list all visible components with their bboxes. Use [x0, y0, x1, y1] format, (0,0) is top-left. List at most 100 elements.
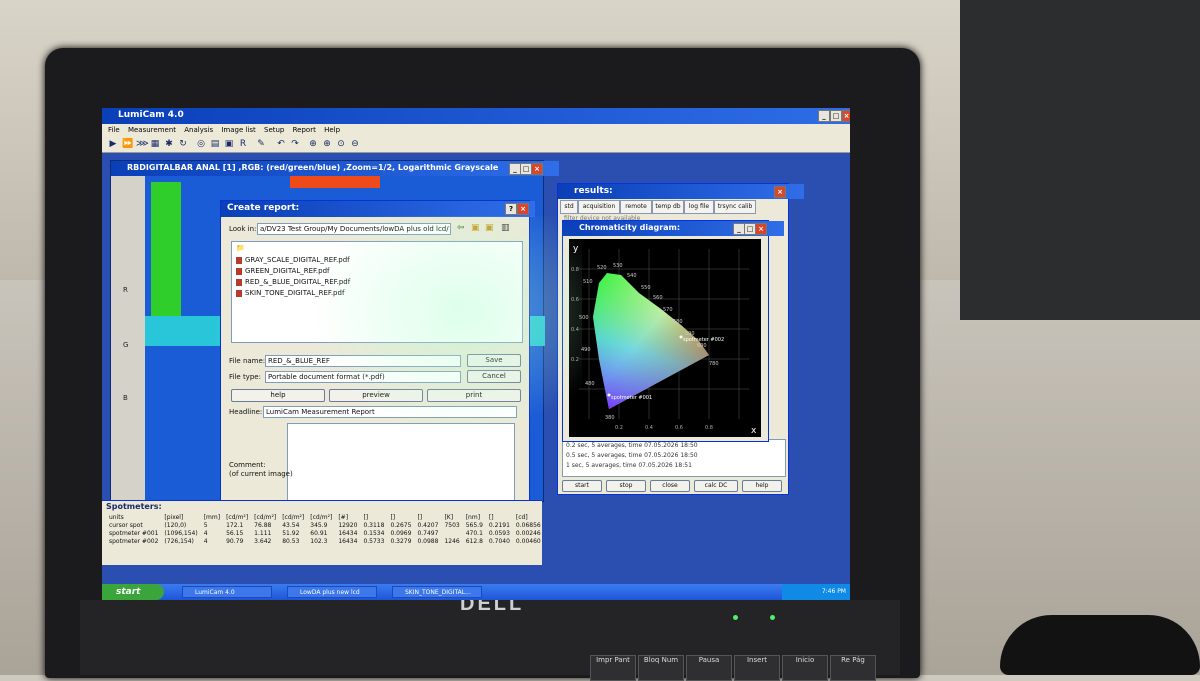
start-button[interactable]: start [562, 480, 602, 492]
key-page-up[interactable]: Re Pág [830, 655, 876, 681]
comment-field[interactable] [287, 423, 515, 505]
preview-button[interactable]: preview [329, 389, 423, 402]
settings-icon[interactable]: ✱ [164, 139, 174, 149]
table-cell: 60.91 [310, 529, 328, 537]
view-menu-icon[interactable]: ▥ [501, 223, 510, 233]
chromaticity-titlebar: Chromaticity diagram: _ □ × [563, 221, 784, 236]
print-button[interactable]: print [427, 389, 521, 402]
folder-up-icon[interactable]: 📁 [236, 244, 245, 252]
table-cell: [cd/m²] [282, 513, 305, 521]
table-cell: 0.3279 [390, 537, 412, 545]
menu-analysis[interactable]: Analysis [184, 126, 213, 134]
fast-forward-icon[interactable]: ⏩ [122, 139, 133, 149]
file-item[interactable]: GREEN_DIGITAL_REF.pdf [236, 267, 330, 275]
zoom-fit-icon[interactable]: ⊙ [336, 139, 346, 149]
image-icon[interactable]: ▣ [224, 139, 234, 149]
y-tick: 0.6 [571, 297, 579, 303]
file-type-label: File type: [229, 373, 261, 381]
chromaticity-plot[interactable]: y x 520 530 540 510 550 560 570 580 590 … [569, 239, 761, 437]
key-num-lock[interactable]: Bloq Num [638, 655, 684, 681]
tab-acquisition[interactable]: acquisition [578, 200, 620, 214]
close-results-button[interactable]: close [650, 480, 690, 492]
undo-icon[interactable]: ↶ [276, 139, 286, 149]
calc-dc-button[interactable]: calc DC [694, 480, 738, 492]
table-cell: [] [488, 513, 494, 521]
tab-std[interactable]: std [560, 200, 578, 214]
key-pause[interactable]: Pausa [686, 655, 732, 681]
key-insert[interactable]: Insert [734, 655, 780, 681]
y-tick: 0.2 [571, 357, 579, 363]
close-button[interactable]: × [774, 186, 786, 198]
key-home[interactable]: Inicio [782, 655, 828, 681]
tab-temp-db[interactable]: temp db [652, 200, 684, 214]
help-icon[interactable]: ? [505, 203, 517, 215]
file-type-select[interactable]: Portable document format (*.pdf) [265, 371, 461, 383]
zoom-in-icon[interactable]: ⊕ [322, 139, 332, 149]
table-row[interactable]: spotmeter #002 (726,154) 4 90.79 3.642 80.53 1… [106, 537, 544, 545]
table-cell: 4 [203, 529, 208, 537]
r-icon[interactable]: R [238, 139, 248, 149]
wavelength-label: 380 [605, 415, 615, 421]
menu-help[interactable]: Help [324, 126, 340, 134]
table-row[interactable]: spotmeter #001 (1096,154) 4 56.15 1.111 51.92… [106, 529, 544, 537]
table-cell: 80.53 [282, 537, 300, 545]
menu-report[interactable]: Report [293, 126, 316, 134]
color-icon[interactable]: ✎ [256, 139, 266, 149]
table-cell: 345.9 [310, 521, 328, 529]
tab-log-file[interactable]: log file [684, 200, 714, 214]
redo-icon[interactable]: ↷ [290, 139, 300, 149]
file-item[interactable]: RED_&_BLUE_DIGITAL_REF.pdf [236, 278, 350, 286]
key-print-screen[interactable]: Impr Pant [590, 655, 636, 681]
play-icon[interactable]: ▶ [108, 139, 118, 149]
table-cell: (1096,154) [164, 529, 198, 537]
new-folder-icon[interactable]: ▣ [485, 223, 494, 233]
menu-file[interactable]: File [108, 126, 120, 134]
task-pdf[interactable]: SKIN_TONE_DIGITAL... [392, 586, 482, 598]
zoom-icon[interactable]: ⊕ [308, 139, 318, 149]
sequence-icon[interactable]: ⋙ [136, 139, 149, 149]
stop-button[interactable]: stop [606, 480, 646, 492]
refresh-icon[interactable]: ↻ [178, 139, 188, 149]
maximize-button[interactable]: □ [830, 110, 842, 122]
start-button[interactable]: start [102, 584, 164, 600]
computer-mouse[interactable] [1000, 615, 1200, 675]
target-icon[interactable]: ◎ [196, 139, 206, 149]
file-item[interactable]: GRAY_SCALE_DIGITAL_REF.pdf [236, 256, 350, 264]
close-button[interactable]: × [755, 223, 767, 235]
save-button[interactable]: Save [467, 354, 521, 367]
zoom-out-icon[interactable]: ⊖ [350, 139, 360, 149]
table-header-row[interactable]: units [pixel] [mm] [cd/m²] [cd/m²] [cd/m²] [cd… [106, 513, 544, 521]
table-icon[interactable]: ▤ [210, 139, 220, 149]
menu-measurement[interactable]: Measurement [128, 126, 176, 134]
tab-remote[interactable]: remote [620, 200, 652, 214]
menu-setup[interactable]: Setup [264, 126, 284, 134]
file-item[interactable]: SKIN_TONE_DIGITAL_REF.pdf [236, 289, 344, 297]
table-cell: [nm] [465, 513, 481, 521]
x-tick: 0.2 [615, 425, 623, 431]
look-in-select[interactable]: a/DV23 Test Group/My Documents/lowDA plu… [257, 223, 451, 235]
close-button[interactable]: × [517, 203, 529, 215]
menu-bar: File Measurement Analysis Image list Set… [102, 124, 850, 136]
up-folder-icon[interactable]: ▣ [471, 223, 480, 233]
back-icon[interactable]: ⇦ [457, 223, 465, 233]
table-cell: 16434 [338, 529, 358, 537]
grid-icon[interactable]: ▦ [150, 139, 160, 149]
table-cell: 1.111 [254, 529, 272, 537]
table-row[interactable]: cursor spot (120,0) 5 172.1 76.88 43.54 345.9 1… [106, 521, 544, 529]
cancel-button[interactable]: Cancel [467, 370, 521, 383]
task-folder[interactable]: LowDA plus new lcd [287, 586, 377, 598]
table-cell: 0.2675 [390, 521, 412, 529]
tab-trsync-calib[interactable]: trsync calib [714, 200, 756, 214]
help-button[interactable]: help [231, 389, 325, 402]
task-lumicam[interactable]: LumiCam 4.0 [182, 586, 272, 598]
menu-image-list[interactable]: Image list [221, 126, 255, 134]
table-cell: 565.9 [465, 521, 483, 529]
help-results-button[interactable]: help [742, 480, 782, 492]
headline-field[interactable]: LumiCam Measurement Report [263, 406, 517, 418]
close-button[interactable]: × [531, 163, 543, 175]
table-cell: 4 [203, 537, 208, 545]
table-cell: 56.15 [226, 529, 244, 537]
minimize-button[interactable]: _ [818, 110, 830, 122]
file-name-field[interactable]: RED_&_BLUE_REF [265, 355, 461, 367]
close-button[interactable]: × [842, 110, 850, 122]
